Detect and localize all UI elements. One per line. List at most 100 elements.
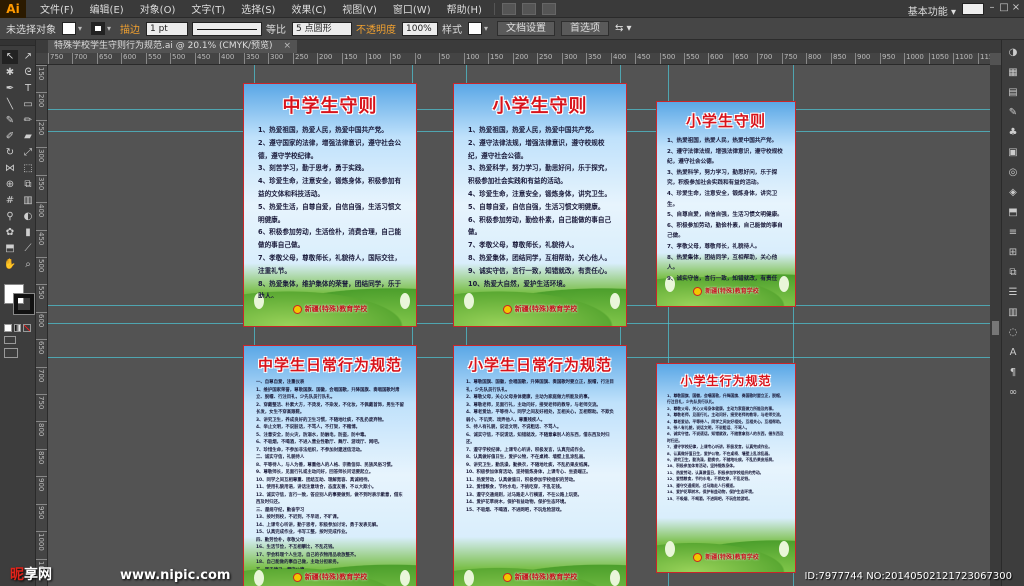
paragraph-icon[interactable]: ¶ [1004, 366, 1022, 380]
document-setup-button[interactable]: 文档设置 [497, 21, 555, 36]
menu-file[interactable]: 文件(F) [32, 1, 82, 16]
eyedropper-tool-icon[interactable]: ⚲ [2, 210, 18, 224]
opacity-field[interactable]: 100% [402, 21, 438, 36]
color-guide-icon[interactable]: ▦ [1004, 66, 1022, 80]
chevron-down-icon[interactable]: ▾ [78, 24, 85, 33]
selection-tool-icon[interactable]: ↖ [2, 50, 18, 64]
help-search-input[interactable] [962, 3, 984, 15]
mesh-tool-icon[interactable]: # [2, 194, 18, 208]
artboard-middle-school-code[interactable]: 中学生日常行为规范 一、自尊自爱，注重仪表 1、维护国家荣誉，尊敬国旗、国徽，会… [243, 345, 417, 586]
eraser-tool-icon[interactable]: ▰ [20, 130, 36, 144]
artboard-primary-school-code[interactable]: 小学生日常行为规范 1、尊敬国旗、国徽，会唱国歌，升降国旗、奏国歌时要立正，脱帽… [453, 345, 627, 586]
fill-stroke-widget[interactable] [2, 282, 36, 322]
menu-help[interactable]: 帮助(H) [439, 1, 490, 16]
menu-edit[interactable]: 编辑(E) [82, 1, 132, 16]
color-mode-icon[interactable] [4, 324, 12, 332]
paintbrush-tool-icon[interactable]: ✎ [2, 114, 18, 128]
vertical-ruler[interactable]: 150 200 250 300 350 400 450 500 550 600 650 700 750 8… [36, 65, 48, 586]
lasso-tool-icon[interactable]: ᘓ [20, 66, 36, 80]
stroke-color-icon[interactable] [13, 293, 35, 315]
menu-view[interactable]: 视图(V) [334, 1, 385, 16]
transparency-icon[interactable]: ◌ [1004, 326, 1022, 340]
symbols-icon[interactable]: ♣ [1004, 126, 1022, 140]
vertical-scrollbar[interactable] [990, 65, 1001, 586]
rotate-tool-icon[interactable]: ↻ [2, 146, 18, 160]
draw-normal-icon[interactable] [4, 336, 16, 344]
character-icon[interactable]: A [1004, 346, 1022, 360]
width-tool-icon[interactable]: ⋈ [2, 162, 18, 176]
chevron-down-icon[interactable]: ▾ [484, 24, 491, 33]
gradient-panel-icon[interactable]: ▥ [1004, 306, 1022, 320]
menu-object[interactable]: 对象(O) [132, 1, 184, 16]
document-tab[interactable]: 特殊学校学生守则行为规范.ai @ 20.1% (CMYK/预览) × [48, 40, 297, 53]
graphic-styles-icon[interactable]: ▣ [1004, 146, 1022, 160]
fill-swatch[interactable] [62, 22, 76, 35]
workspace-switcher[interactable]: 基本功能 [908, 3, 956, 18]
gpu-performance-icon[interactable] [541, 2, 556, 15]
maximize-icon[interactable]: □ [998, 2, 1010, 14]
arrange-icon[interactable]: ⇆ ▾ [615, 23, 632, 34]
blob-brush-tool-icon[interactable]: ✐ [2, 130, 18, 144]
stroke-swatch[interactable] [91, 22, 105, 35]
brush-dropdown[interactable]: 5 点圆形 [292, 21, 352, 36]
layers-icon[interactable]: ◈ [1004, 186, 1022, 200]
preferences-button[interactable]: 首选项 [561, 21, 609, 36]
type-tool-icon[interactable]: T [20, 82, 36, 96]
column-graph-tool-icon[interactable]: ▮ [20, 226, 36, 240]
perspective-grid-tool-icon[interactable]: ⧉ [20, 178, 36, 192]
artboards-icon[interactable]: ⬒ [1004, 206, 1022, 220]
bridge-icon[interactable] [501, 2, 516, 15]
links-icon[interactable]: ∞ [1004, 386, 1022, 400]
close-window-icon[interactable]: × [1010, 2, 1022, 14]
none-mode-icon[interactable] [23, 324, 32, 332]
scrollbar-thumb[interactable] [992, 321, 999, 335]
slice-tool-icon[interactable]: ⟋ [20, 242, 36, 256]
menu-type[interactable]: 文字(T) [183, 1, 233, 16]
stroke-style-label[interactable]: 等比 [266, 21, 286, 36]
pencil-tool-icon[interactable]: ✏ [20, 114, 36, 128]
brushes-icon[interactable]: ✎ [1004, 106, 1022, 120]
rectangle-tool-icon[interactable]: ▭ [20, 98, 36, 112]
opacity-label[interactable]: 不透明度 [356, 21, 396, 36]
close-tab-icon[interactable]: × [283, 41, 291, 51]
color-panel-icon[interactable]: ◑ [1004, 46, 1022, 60]
artboard-primary-school-code-small[interactable]: 小学生行为规范 1、尊敬国旗、国徽，会唱国歌，升降国旗、奏国歌时要立正，脱帽，行… [656, 363, 796, 573]
menu-effect[interactable]: 效果(C) [283, 1, 334, 16]
stroke-weight-field[interactable]: 1 pt [146, 21, 188, 36]
artboard-middle-school-rules[interactable]: 中学生守则 1、热爱祖国，热爱人民，热爱中国共产党。 2、遵守国家的法律，增强法… [243, 83, 417, 327]
scale-tool-icon[interactable]: ⤢ [20, 146, 36, 160]
artboard-canvas[interactable]: 中学生守则 1、热爱祖国，热爱人民，热爱中国共产党。 2、遵守国家的法律，增强法… [48, 65, 990, 586]
magic-wand-tool-icon[interactable]: ✱ [2, 66, 18, 80]
pen-tool-icon[interactable]: ✒ [2, 82, 18, 96]
artboard-primary-school-rules[interactable]: 小学生守则 1、热爱祖国，热爱人民，热爱中国共产党。 2、遵守法律法规，增强法律… [453, 83, 627, 327]
gradient-tool-icon[interactable]: ▥ [20, 194, 36, 208]
blend-tool-icon[interactable]: ◐ [20, 210, 36, 224]
arrange-documents-icon[interactable] [521, 2, 536, 15]
line-tool-icon[interactable]: ╲ [2, 98, 18, 112]
minimize-icon[interactable]: – [986, 2, 998, 14]
transform-icon[interactable]: ⊞ [1004, 246, 1022, 260]
align-icon[interactable]: ≡ [1004, 226, 1022, 240]
symbol-sprayer-tool-icon[interactable]: ✿ [2, 226, 18, 240]
screen-mode-icon[interactable] [4, 348, 18, 358]
menu-window[interactable]: 窗口(W) [385, 1, 439, 16]
stroke-label[interactable]: 描边 [120, 21, 140, 36]
artboard-tool-icon[interactable]: ⬒ [2, 242, 18, 256]
menu-select[interactable]: 选择(S) [233, 1, 283, 16]
shape-builder-tool-icon[interactable]: ⊕ [2, 178, 18, 192]
swatches-icon[interactable]: ▤ [1004, 86, 1022, 100]
free-transform-tool-icon[interactable]: ⬚ [20, 162, 36, 176]
stroke-panel-icon[interactable]: ☰ [1004, 286, 1022, 300]
pathfinder-icon[interactable]: ⧉ [1004, 266, 1022, 280]
artboard-primary-school-rules-small[interactable]: 小学生守则 1、热爱祖国，热爱人民，热爱中国共产党。 2、遵守法律法规，增强法律… [656, 101, 796, 307]
direct-selection-tool-icon[interactable]: ↗ [20, 50, 36, 64]
hand-tool-icon[interactable]: ✋ [2, 258, 18, 272]
ruler-label: 650 [99, 53, 113, 61]
stroke-profile-dropdown[interactable] [192, 21, 262, 36]
horizontal-ruler[interactable]: 750 700 650 600 550 500 450 400 350 300 250 200 150 1… [36, 53, 990, 65]
zoom-tool-icon[interactable]: ⌕ [20, 258, 36, 272]
appearance-icon[interactable]: ◎ [1004, 166, 1022, 180]
chevron-down-icon[interactable]: ▾ [107, 24, 114, 33]
graphic-style-swatch[interactable] [468, 22, 482, 35]
gradient-mode-icon[interactable] [13, 324, 22, 332]
